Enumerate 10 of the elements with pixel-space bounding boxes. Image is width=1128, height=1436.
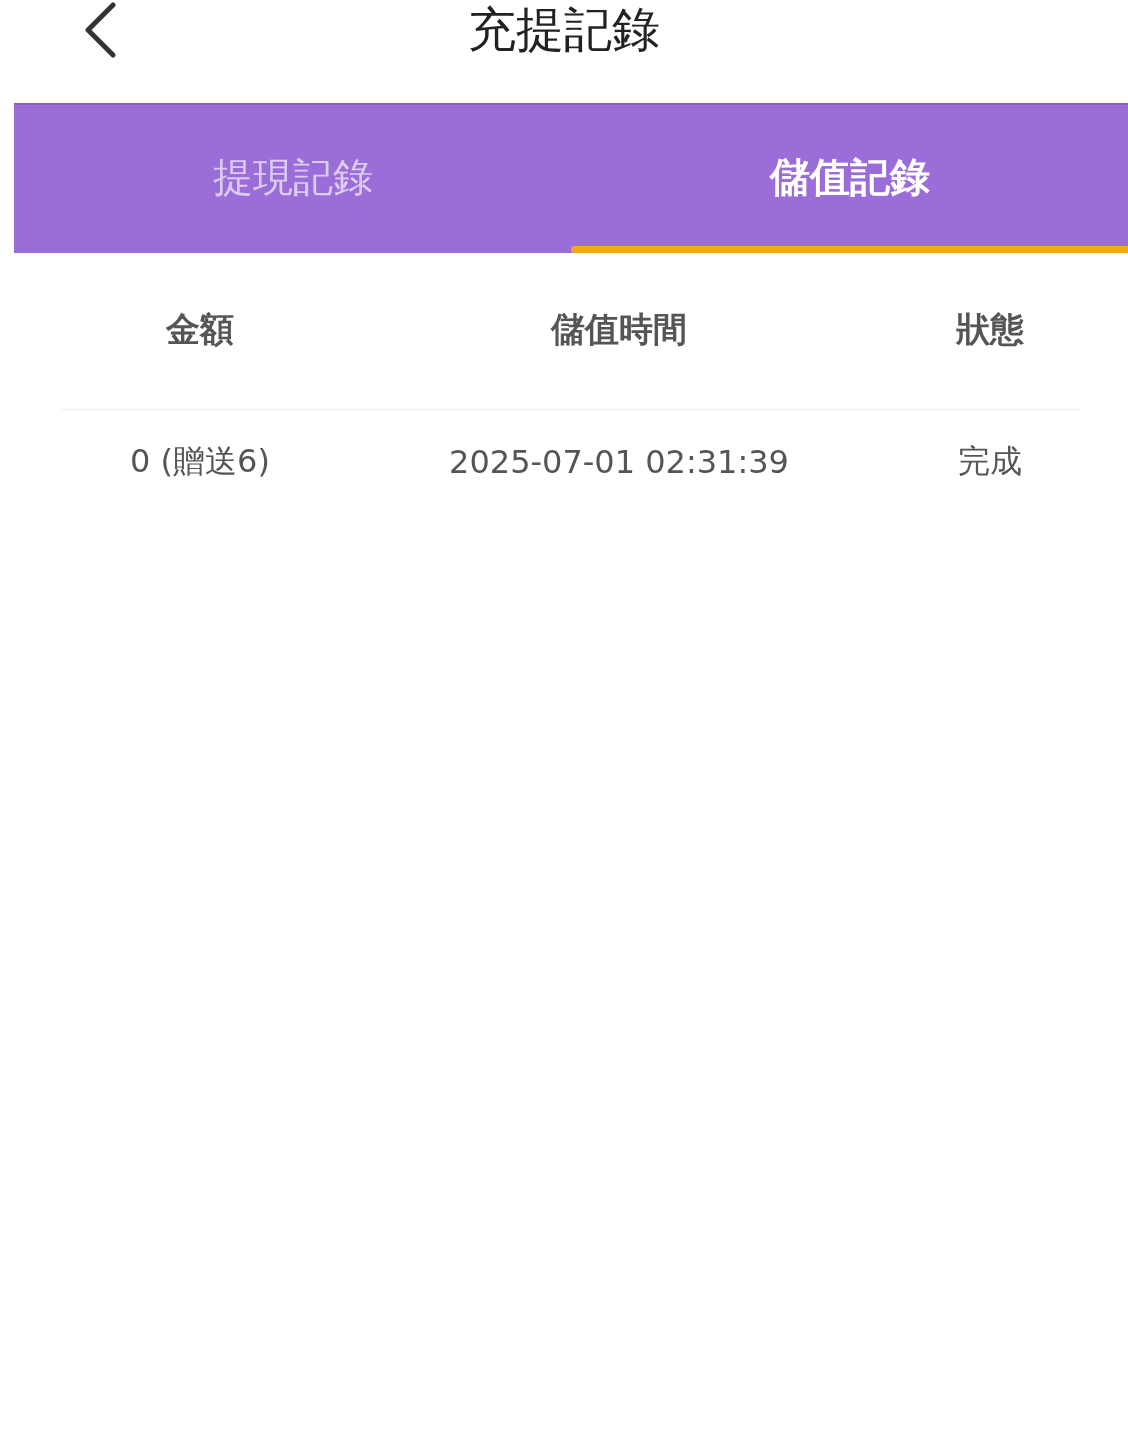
table-cell-text: 2025-07-01 02:31:39 (448, 443, 790, 481)
tab[interactable]: 提現記錄 (14, 105, 571, 253)
column-header: 狀態 (955, 308, 1025, 351)
column-header: 儲值時間 (549, 308, 688, 351)
tab[interactable]: 儲值記錄 (571, 105, 1128, 253)
page-title: 充提記錄 (468, 0, 660, 58)
table-cell-text: 完成 (957, 441, 1023, 482)
column-header: 金額 (165, 308, 235, 351)
back-icon[interactable] (83, 2, 117, 58)
table-cell-text: 0 (贈送6) (129, 441, 271, 482)
